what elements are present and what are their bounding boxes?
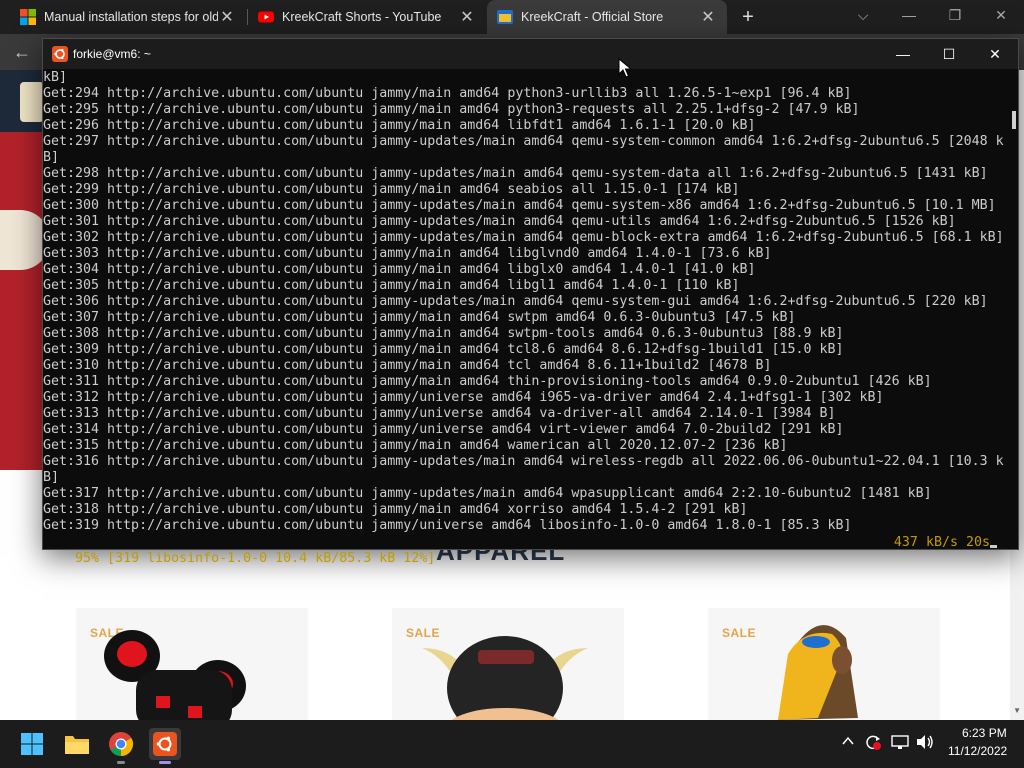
close-tab-icon[interactable]: ✕ [699, 7, 717, 27]
back-arrow-icon[interactable]: ← [10, 40, 34, 64]
tab-title: KreekCraft Shorts - YouTube [282, 10, 442, 24]
terminal-line: Get:319 http://archive.ubuntu.com/ubuntu… [43, 518, 852, 533]
store-icon [497, 10, 513, 24]
terminal-line: Get:316 http://archive.ubuntu.com/ubuntu… [43, 454, 1004, 469]
taskbar-ubuntu-terminal[interactable] [149, 728, 181, 764]
terminal-line: Get:301 http://archive.ubuntu.com/ubuntu… [43, 214, 956, 229]
terminal-line: Get:295 http://archive.ubuntu.com/ubuntu… [43, 102, 860, 117]
terminal-line: Get:309 http://archive.ubuntu.com/ubuntu… [43, 342, 844, 357]
terminal-line: Get:294 http://archive.ubuntu.com/ubuntu… [43, 86, 852, 101]
ubuntu-terminal-icon [153, 732, 177, 756]
terminal-line: Get:305 http://archive.ubuntu.com/ubuntu… [43, 278, 740, 293]
microsoft-icon [20, 9, 36, 25]
terminal-line: Get:308 http://archive.ubuntu.com/ubuntu… [43, 326, 844, 341]
terminal-line: Get:304 http://archive.ubuntu.com/ubuntu… [43, 262, 756, 277]
terminal-close-icon[interactable]: ✕ [972, 39, 1018, 69]
windows-start-icon [21, 733, 43, 755]
tab-official-store[interactable]: KreekCraft - Official Store ✕ [487, 0, 727, 34]
site-logo[interactable] [20, 82, 44, 122]
clock-time[interactable]: 6:23 PM [962, 726, 1007, 740]
terminal-title: forkie@vm6: ~ [73, 47, 151, 61]
product-image-beanie-ears [104, 630, 246, 720]
terminal-line: Get:311 http://archive.ubuntu.com/ubuntu… [43, 374, 932, 389]
terminal-scrollbar-thumb[interactable] [1012, 111, 1016, 129]
network-icon[interactable] [891, 734, 909, 753]
terminal-line: B] [43, 150, 60, 165]
apt-progress-status: 95% [319 libosinfo-1.0-0 10.4 kB/85.3 kB… [43, 535, 1005, 566]
terminal-titlebar[interactable]: forkie@vm6: ~ — ☐ ✕ [43, 39, 1018, 69]
progress-right: 437 kB/s 20s [894, 535, 997, 551]
terminal-line: Get:299 http://archive.ubuntu.com/ubuntu… [43, 182, 740, 197]
taskbar [0, 720, 1024, 768]
volume-icon[interactable] [916, 734, 934, 753]
taskbar-file-explorer[interactable] [61, 728, 93, 760]
close-tab-icon[interactable]: ✕ [458, 7, 476, 27]
terminal-line: B] [43, 470, 60, 485]
folder-icon [65, 736, 89, 754]
tab-title: KreekCraft - Official Store [521, 10, 664, 24]
terminal-line: Get:296 http://archive.ubuntu.com/ubuntu… [43, 118, 756, 133]
running-indicator [159, 761, 171, 764]
terminal-line: Get:306 http://archive.ubuntu.com/ubuntu… [43, 294, 988, 309]
product-card[interactable]: SALE [708, 608, 940, 720]
terminal-line: Get:300 http://archive.ubuntu.com/ubuntu… [43, 198, 996, 213]
clock-date[interactable]: 11/12/2022 [948, 744, 1007, 758]
minimize-icon[interactable]: — [886, 0, 932, 34]
chrome-icon [109, 732, 134, 756]
terminal-line: Get:307 http://archive.ubuntu.com/ubuntu… [43, 310, 796, 325]
terminal-line: Get:312 http://archive.ubuntu.com/ubuntu… [43, 390, 884, 405]
terminal-line: kB] [43, 70, 68, 85]
browser-tab-strip: Manual installation steps for olde ✕ Kre… [0, 0, 1024, 34]
terminal-line: Get:297 http://archive.ubuntu.com/ubuntu… [43, 134, 1004, 149]
terminal-line: Get:317 http://archive.ubuntu.com/ubuntu… [43, 486, 932, 501]
scroll-down-arrow-icon[interactable]: ▼ [1013, 706, 1021, 715]
terminal-line: Get:318 http://archive.ubuntu.com/ubuntu… [43, 502, 748, 517]
terminal-output[interactable]: kB] Get:294 http://archive.ubuntu.com/ubu… [43, 70, 1005, 550]
new-tab-button[interactable]: + [736, 5, 760, 29]
restore-icon[interactable]: ❐ [932, 0, 978, 34]
terminal-line: Get:313 http://archive.ubuntu.com/ubuntu… [43, 406, 836, 421]
ubuntu-terminal-icon [52, 46, 68, 62]
tab-title: Manual installation steps for olde [44, 10, 218, 24]
taskbar-chrome[interactable] [105, 728, 137, 764]
terminal-minimize-icon[interactable]: — [880, 39, 926, 69]
running-indicator [117, 761, 125, 764]
youtube-icon [258, 11, 274, 23]
terminal-line: Get:302 http://archive.ubuntu.com/ubuntu… [43, 230, 1004, 245]
terminal-line: Get:298 http://archive.ubuntu.com/ubuntu… [43, 166, 988, 181]
terminal-line: Get:303 http://archive.ubuntu.com/ubuntu… [43, 246, 772, 261]
product-card[interactable]: SALE [76, 608, 308, 720]
product-image-viking-beanie [422, 636, 588, 720]
mouse-pointer-icon [618, 58, 632, 78]
close-tab-icon[interactable]: ✕ [218, 7, 236, 27]
chevron-up-icon[interactable] [841, 734, 855, 751]
product-card[interactable]: SALE [392, 608, 624, 720]
tab-youtube-shorts[interactable]: KreekCraft Shorts - YouTube ✕ [248, 0, 486, 34]
sync-alert-icon[interactable] [864, 733, 882, 754]
terminal-window[interactable]: forkie@vm6: ~ — ☐ ✕ kB] Get:294 http://ar… [42, 38, 1019, 566]
close-window-icon[interactable]: ✕ [978, 0, 1024, 34]
download-rate: 437 kB/s 20s [893, 535, 990, 550]
terminal-line: Get:310 http://archive.ubuntu.com/ubuntu… [43, 358, 772, 373]
terminal-lines: kB] Get:294 http://archive.ubuntu.com/ubu… [43, 70, 1005, 534]
terminal-maximize-icon[interactable]: ☐ [926, 39, 972, 69]
terminal-line: Get:315 http://archive.ubuntu.com/ubuntu… [43, 438, 788, 453]
progress-left: 95% [319 libosinfo-1.0-0 10.4 kB/85.3 kB… [75, 551, 436, 566]
start-button[interactable] [16, 728, 48, 760]
tab-search-icon[interactable]: ⌵ [840, 0, 886, 34]
terminal-line: Get:314 http://archive.ubuntu.com/ubuntu… [43, 422, 844, 437]
text-cursor [990, 545, 997, 548]
tab-manual-installation[interactable]: Manual installation steps for olde ✕ [0, 0, 246, 34]
product-image-horse-mask [778, 625, 858, 720]
